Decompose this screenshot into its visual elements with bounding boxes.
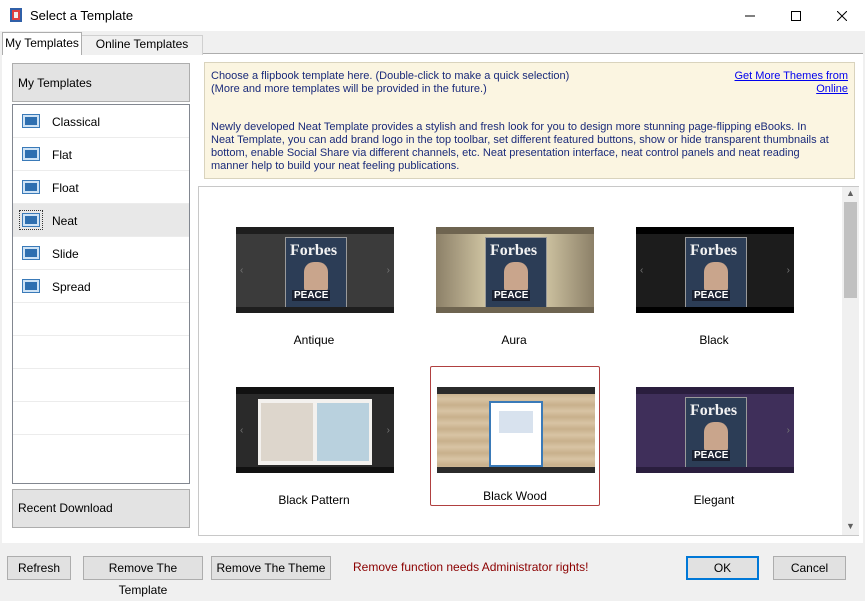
template-thumbnail: Forbes PEACE ‹ ›: [236, 227, 394, 313]
cover-headline: PEACE: [692, 290, 731, 301]
next-page-icon: ›: [386, 425, 390, 436]
list-item: [13, 303, 189, 336]
info-line-2: (More and more templates will be provide…: [211, 83, 487, 95]
sidebar-item-label: Float: [52, 181, 79, 195]
cover-headline: PEACE: [692, 450, 731, 461]
tab-online-templates[interactable]: Online Templates: [81, 35, 203, 55]
template-category-list: Classical Flat Float Neat Slide Spread: [12, 104, 190, 484]
cover-masthead: Forbes: [690, 242, 738, 259]
template-label: Black Pattern: [278, 493, 350, 507]
template-label: Black Wood: [483, 489, 547, 503]
sidebar-item-label: Spread: [52, 280, 91, 294]
sidebar-header[interactable]: My Templates: [12, 63, 190, 102]
template-thumbnail: Forbes PEACE ‹ ›: [636, 227, 794, 313]
template-aura[interactable]: Forbes PEACE Aura: [430, 209, 600, 349]
close-icon: [837, 10, 847, 21]
refresh-button[interactable]: Refresh: [7, 556, 71, 580]
prev-page-icon: ‹: [240, 425, 244, 436]
minimize-button[interactable]: [727, 0, 773, 31]
minimize-icon: [745, 15, 755, 16]
scrollbar-thumb[interactable]: [844, 202, 857, 298]
template-elegant[interactable]: Forbes PEACE › Elegant: [630, 369, 800, 509]
template-black[interactable]: Forbes PEACE ‹ › Black: [630, 209, 800, 349]
template-antique[interactable]: Forbes PEACE ‹ › Antique: [230, 209, 400, 349]
cover-headline: PEACE: [492, 290, 531, 301]
close-button[interactable]: [819, 0, 865, 31]
template-thumbnail: Forbes PEACE: [436, 227, 594, 313]
sidebar-item-spread[interactable]: Spread: [13, 270, 189, 303]
template-label: Antique: [293, 333, 335, 347]
info-box: Choose a flipbook template here. (Double…: [204, 62, 855, 179]
next-page-icon: ›: [786, 265, 790, 276]
info-line-1: Choose a flipbook template here. (Double…: [211, 70, 570, 82]
template-grid: Forbes PEACE ‹ › Antique Forbes PEACE Aura…: [198, 186, 859, 536]
template-icon: [22, 180, 40, 194]
sidebar-item-label: Flat: [52, 148, 73, 162]
sidebar-item-label: Classical: [52, 115, 101, 129]
sidebar-item-flat[interactable]: Flat: [13, 138, 189, 171]
remove-theme-button[interactable]: Remove The Theme: [211, 556, 331, 580]
next-page-icon: ›: [386, 265, 390, 276]
cover-masthead: Forbes: [690, 402, 738, 419]
sidebar-item-label: Neat: [52, 214, 78, 228]
template-black-wood[interactable]: Black Wood: [430, 366, 600, 506]
tab-my-templates[interactable]: My Templates: [2, 32, 82, 55]
list-item: [13, 369, 189, 402]
admin-warning-text: Remove function needs Administrator righ…: [353, 560, 589, 574]
template-label: Aura: [501, 333, 527, 347]
template-label: Black: [699, 333, 729, 347]
recent-download-button[interactable]: Recent Download: [12, 489, 190, 528]
prev-page-icon: ‹: [240, 265, 244, 276]
template-thumbnail: Forbes PEACE ›: [636, 387, 794, 473]
template-thumbnail: [437, 387, 595, 473]
sidebar-item-classical[interactable]: Classical: [13, 105, 189, 138]
list-item: [13, 336, 189, 369]
maximize-button[interactable]: [773, 0, 819, 31]
info-description: Newly developed Neat Template provides a…: [211, 121, 829, 172]
cancel-button[interactable]: Cancel: [773, 556, 846, 580]
window-title: Select a Template: [30, 8, 134, 23]
ok-button[interactable]: OK: [686, 556, 759, 580]
next-page-icon: ›: [786, 425, 790, 436]
prev-page-icon: ‹: [640, 265, 644, 276]
remove-template-button[interactable]: Remove The Template: [83, 556, 203, 597]
template-icon: [22, 147, 40, 161]
template-thumbnail: ‹ ›: [236, 387, 394, 473]
template-icon: [22, 279, 40, 293]
app-icon: [9, 7, 23, 23]
template-label: Elegant: [693, 493, 735, 507]
template-icon: [19, 210, 43, 230]
list-item: [13, 402, 189, 435]
cover-masthead: Forbes: [490, 242, 538, 259]
maximize-icon: [791, 10, 801, 21]
sidebar-item-label: Slide: [52, 247, 79, 261]
template-icon: [22, 246, 40, 260]
scroll-up-icon[interactable]: ▲: [842, 188, 859, 201]
get-more-themes-link[interactable]: Get More Themes from Online: [705, 70, 849, 96]
template-black-pattern[interactable]: ‹ › Black Pattern: [230, 369, 400, 509]
scroll-down-icon[interactable]: ▼: [842, 521, 859, 534]
template-icon: [22, 114, 40, 128]
sidebar-item-neat[interactable]: Neat: [13, 204, 189, 237]
sidebar-item-slide[interactable]: Slide: [13, 237, 189, 270]
cover-masthead: Forbes: [290, 242, 338, 259]
sidebar-item-float[interactable]: Float: [13, 171, 189, 204]
cover-headline: PEACE: [292, 290, 331, 301]
